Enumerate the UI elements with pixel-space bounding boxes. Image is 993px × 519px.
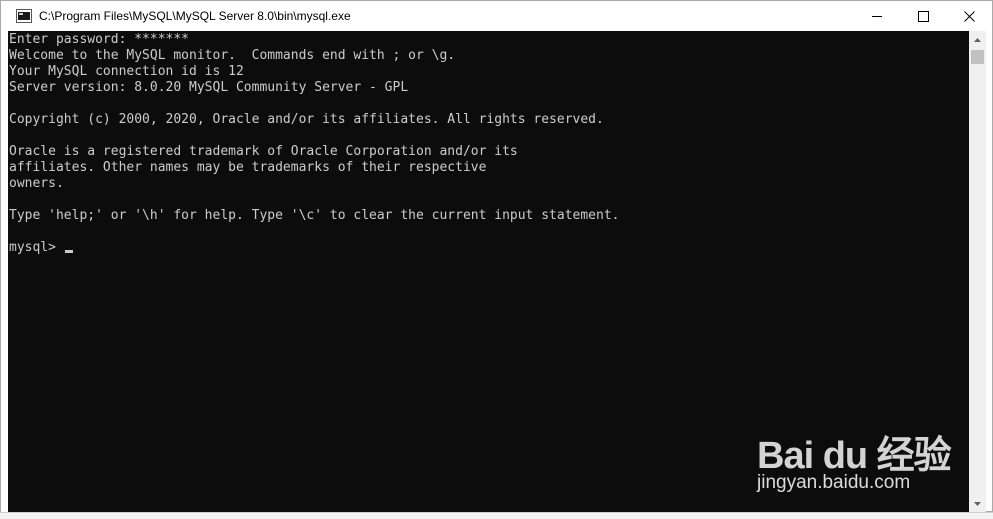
window-controls <box>854 1 992 31</box>
console-line: Your MySQL connection id is 12 <box>9 64 244 79</box>
console-line: Welcome to the MySQL monitor. Commands e… <box>9 48 456 63</box>
close-button[interactable] <box>946 1 992 31</box>
console-line: owners. <box>9 176 64 191</box>
console-app-icon[interactable] <box>16 9 32 23</box>
console-line: Oracle is a registered trademark of Orac… <box>9 144 518 159</box>
window-title: C:\Program Files\MySQL\MySQL Server 8.0\… <box>39 9 351 23</box>
console-line: Type 'help;' or '\h' for help. Type '\c'… <box>9 208 620 223</box>
console-line: affiliates. Other names may be trademark… <box>9 160 487 175</box>
mysql-prompt: mysql> <box>9 240 64 255</box>
minimize-button[interactable] <box>854 1 900 31</box>
chevron-up-icon <box>974 37 981 42</box>
close-icon <box>963 10 975 22</box>
scrollbar-thumb[interactable] <box>971 50 984 64</box>
console-line: Copyright (c) 2000, 2020, Oracle and/or … <box>9 112 604 127</box>
text-cursor <box>64 250 73 253</box>
scroll-up-button[interactable] <box>969 31 986 48</box>
console-line: Enter password: ******* <box>9 32 190 47</box>
minimize-icon <box>871 15 882 17</box>
console-output[interactable]: Enter password: ******* Welcome to the My… <box>8 31 969 512</box>
chevron-down-icon <box>974 501 981 506</box>
vertical-scrollbar[interactable] <box>969 31 986 512</box>
scroll-down-button[interactable] <box>969 495 986 512</box>
maximize-icon <box>917 10 929 22</box>
maximize-button[interactable] <box>900 1 946 31</box>
window-left-border <box>1 31 8 512</box>
console-lines: Enter password: ******* Welcome to the My… <box>9 32 969 240</box>
title-bar[interactable]: C:\Program Files\MySQL\MySQL Server 8.0\… <box>1 1 992 31</box>
console-window: C:\Program Files\MySQL\MySQL Server 8.0\… <box>0 0 993 512</box>
background-page-strip <box>0 512 993 519</box>
console-prompt-line[interactable]: mysql> <box>9 240 969 256</box>
console-line: Server version: 8.0.20 MySQL Community S… <box>9 80 409 95</box>
